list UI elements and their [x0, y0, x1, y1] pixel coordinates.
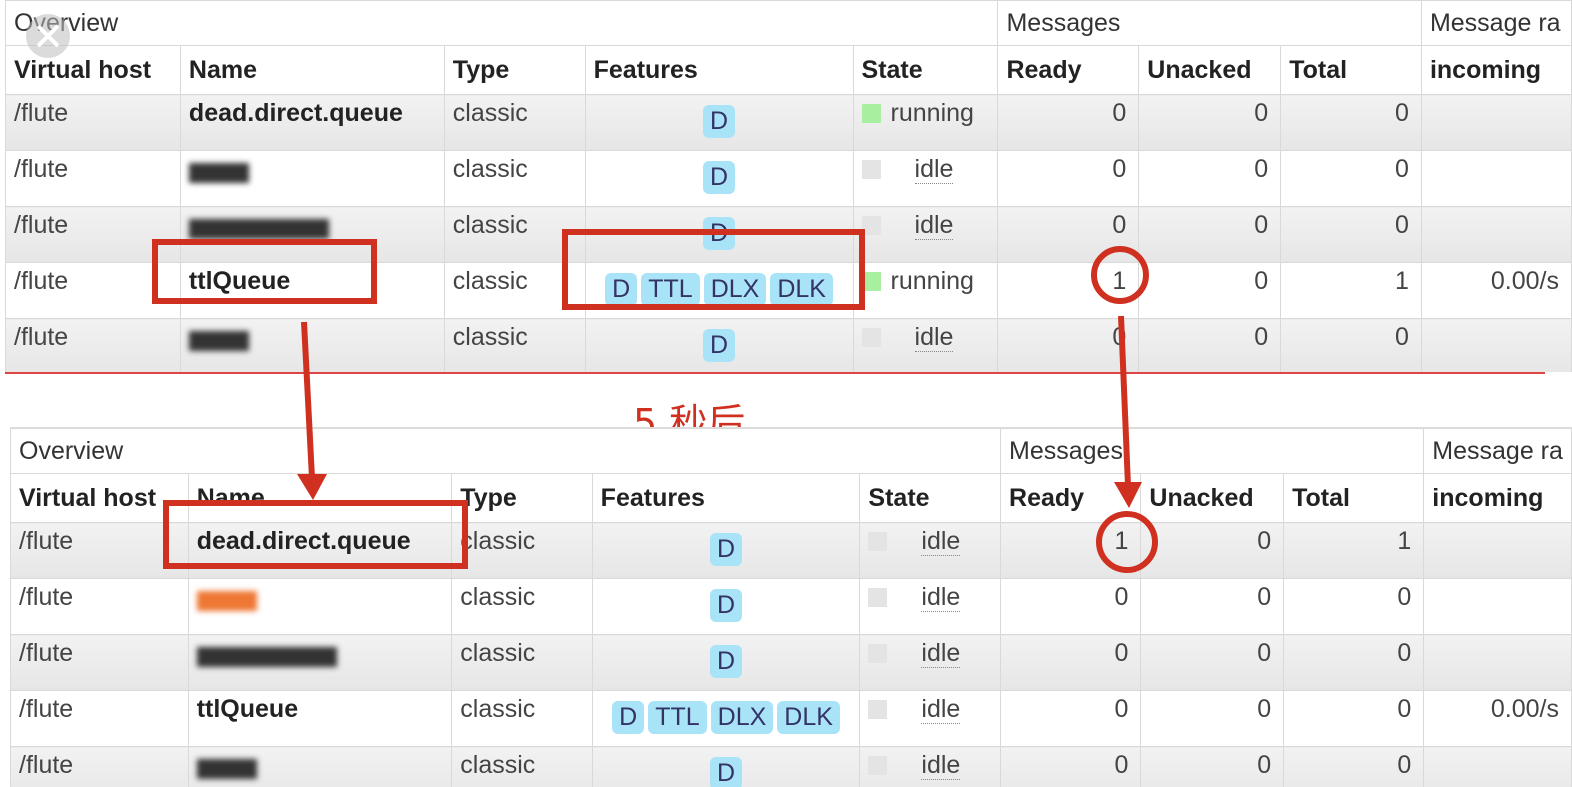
arrow-name-head: [297, 474, 327, 500]
arrow-name-flow: [304, 322, 312, 478]
highlight-ttlqueue-features: [565, 232, 862, 307]
highlight-dead-queue-ready: [1099, 514, 1155, 570]
arrow-ready-head: [1114, 482, 1142, 508]
highlight-ttlqueue-ready: [1094, 249, 1146, 301]
annotation-overlay: [0, 0, 1572, 786]
arrow-ready-flow: [1121, 316, 1128, 486]
highlight-dead-queue-name: [166, 503, 465, 566]
highlight-ttlqueue-name: [155, 242, 374, 301]
